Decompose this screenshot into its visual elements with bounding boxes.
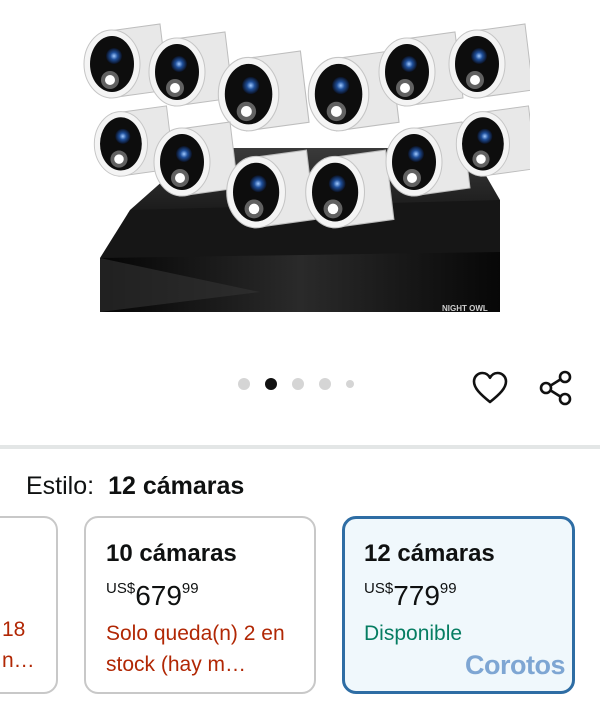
style-option-card[interactable]: 18 n…: [0, 516, 58, 694]
watermark-logo: Corotos: [465, 650, 566, 680]
brand-mark: NIGHT OWL: [442, 304, 488, 313]
option-price: US$67999: [106, 580, 199, 612]
product-image[interactable]: NIGHT OWL: [70, 0, 530, 330]
price-cents: 99: [439, 580, 457, 597]
heart-outline-icon: [472, 371, 508, 404]
price-whole: 779: [393, 580, 440, 611]
option-partial-text: 18: [2, 618, 26, 641]
availability-status: Disponible: [364, 622, 463, 645]
price-currency: US$: [364, 580, 394, 597]
style-selected-value: 12 cámaras: [108, 472, 245, 500]
style-selector: Estilo: 12 cámaras: [26, 472, 244, 501]
share-icon: [539, 370, 572, 406]
option-price: US$77999: [364, 580, 457, 612]
carousel-dot[interactable]: [346, 380, 354, 388]
carousel-dots[interactable]: [238, 378, 369, 390]
style-label: Estilo:: [26, 472, 95, 500]
carousel-dot[interactable]: [238, 378, 250, 390]
favorite-button[interactable]: [470, 368, 510, 408]
section-divider: [0, 445, 600, 449]
option-title: 12 cámaras: [364, 540, 495, 567]
price-currency: US$: [106, 580, 136, 597]
option-title: 10 cámaras: [106, 540, 237, 567]
style-option-10-cameras[interactable]: 10 cámaras US$67999 Solo queda(n) 2 en s…: [84, 516, 316, 694]
share-button[interactable]: [536, 368, 576, 408]
price-whole: 679: [135, 580, 182, 611]
carousel-dot[interactable]: [319, 378, 331, 390]
price-cents: 99: [181, 580, 199, 597]
stock-status: Solo queda(n) 2 en stock (hay m…: [106, 622, 285, 676]
carousel-dot-active[interactable]: [265, 378, 277, 390]
carousel-dot[interactable]: [292, 378, 304, 390]
option-partial-text: n…: [2, 649, 35, 672]
